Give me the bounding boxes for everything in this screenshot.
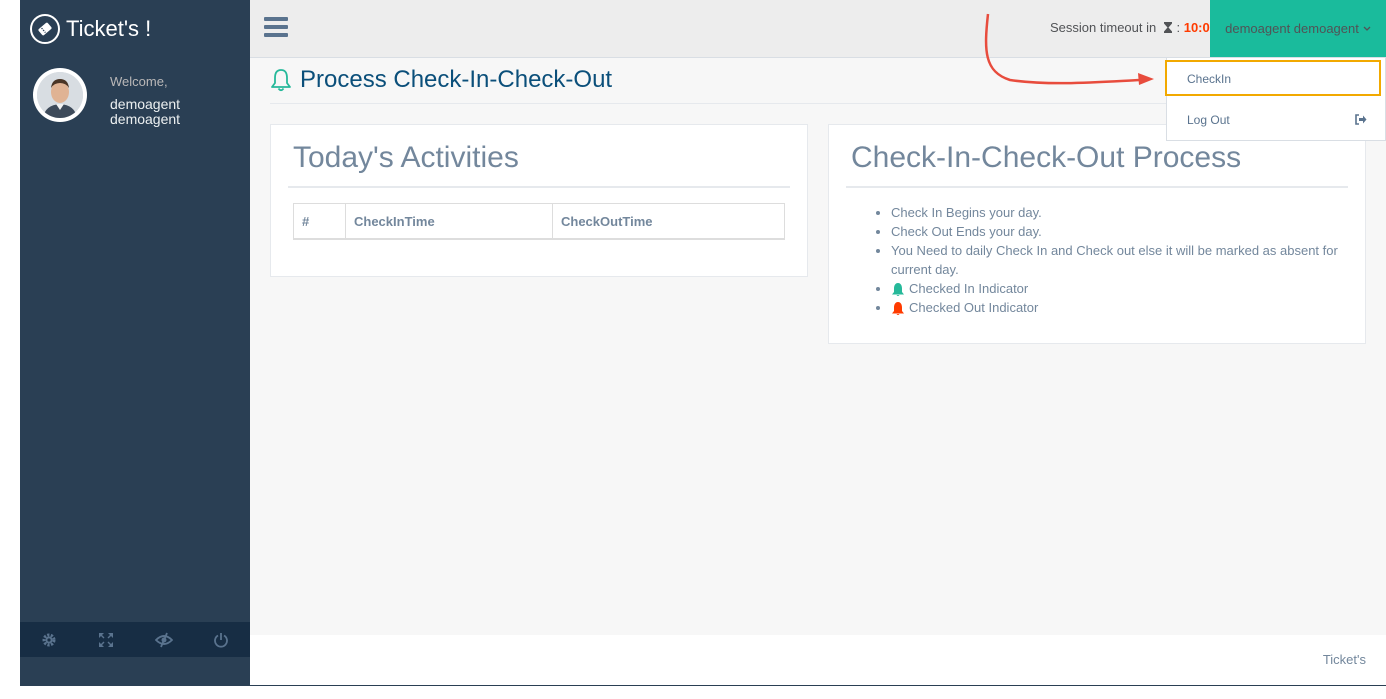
top-nav: Session timeout in : 10:0 demoagent demo… xyxy=(250,0,1386,58)
page-title: Process Check-In-Check-Out xyxy=(270,66,612,94)
list-item-checked-in: Checked In Indicator xyxy=(891,279,1361,298)
activities-panel: Today's Activities # CheckInTime CheckOu… xyxy=(270,124,808,277)
list-item-checked-out: Checked Out Indicator xyxy=(891,298,1361,317)
checkin-highlight-box xyxy=(1165,60,1381,96)
session-timeout-value: 10:0 xyxy=(1183,20,1210,35)
gear-icon[interactable] xyxy=(34,625,64,655)
list-item: You Need to daily Check In and Check out… xyxy=(891,241,1361,279)
ticket-icon xyxy=(30,14,60,44)
user-menu-label: demoagent demoagent xyxy=(1225,21,1359,36)
footer: Ticket's xyxy=(250,635,1386,686)
brand[interactable]: Ticket's ! xyxy=(30,12,151,46)
page-title-text: Process Check-In-Check-Out xyxy=(300,66,613,93)
column-header-number: # xyxy=(293,203,346,240)
fullscreen-icon[interactable] xyxy=(91,625,121,655)
session-timeout-label: Session timeout in xyxy=(1050,20,1157,35)
activities-table: # CheckInTime CheckOutTime xyxy=(293,203,785,240)
user-menu-toggle[interactable]: demoagent demoagent xyxy=(1210,0,1386,57)
checked-in-bell-icon xyxy=(892,283,904,297)
process-panel: Check-In-Check-Out Process Check In Begi… xyxy=(828,124,1366,344)
process-title: Check-In-Check-Out Process xyxy=(851,141,1242,174)
logout-label: Log Out xyxy=(1187,113,1230,127)
list-item: Check Out Ends your day. xyxy=(891,222,1361,241)
activities-title: Today's Activities xyxy=(293,141,519,174)
session-timeout: Session timeout in : 10:0 xyxy=(1050,20,1210,35)
power-icon[interactable] xyxy=(206,625,236,655)
chevron-down-icon xyxy=(1363,26,1371,31)
sidebar-footer xyxy=(20,622,250,657)
list-item: Check In Begins your day. xyxy=(891,203,1361,222)
footer-text: Ticket's xyxy=(1322,652,1366,667)
brand-title: Ticket's ! xyxy=(66,16,152,41)
avatar xyxy=(33,68,87,122)
bell-icon xyxy=(271,69,291,92)
menu-toggle-icon[interactable] xyxy=(264,17,288,39)
checked-out-bell-icon xyxy=(892,302,904,316)
profile-name: demoagent demoagent xyxy=(110,96,181,127)
sign-out-icon xyxy=(1355,114,1367,125)
column-header-checkin-time: CheckInTime xyxy=(345,203,553,240)
column-header-checkout-time: CheckOutTime xyxy=(552,203,785,240)
eye-slash-icon[interactable] xyxy=(149,625,179,655)
hourglass-icon xyxy=(1163,22,1172,33)
process-list: Check In Begins your day. Check Out Ends… xyxy=(873,203,1361,317)
welcome-label: Welcome, xyxy=(110,74,168,89)
sidebar: Ticket's ! Welcome, demoagent demoagent xyxy=(20,0,250,686)
dropdown-item-logout[interactable]: Log Out xyxy=(1187,113,1367,127)
